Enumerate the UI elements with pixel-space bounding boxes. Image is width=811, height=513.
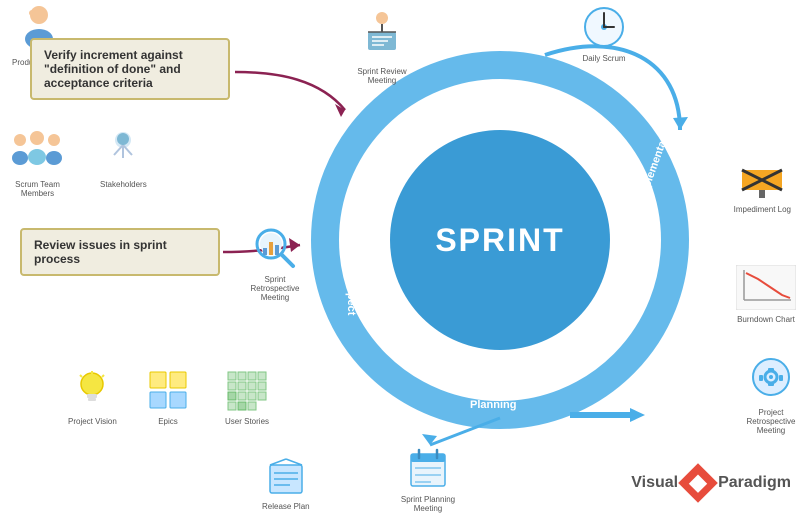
branding: Visual Paradigm xyxy=(631,469,791,497)
impediment-log-svg xyxy=(737,160,787,200)
sprint-label: SPRINT xyxy=(435,222,564,259)
release-plan-label: Release Plan xyxy=(262,502,310,511)
user-stories-svg xyxy=(226,370,268,412)
issues-callout: Review issues in sprint process xyxy=(20,228,220,276)
sprint-circle: SPRINT xyxy=(390,130,610,350)
scrum-team-label: Scrum TeamMembers xyxy=(10,180,65,198)
epics-label: Epics xyxy=(148,417,188,426)
release-plan-icon: Release Plan xyxy=(262,455,310,511)
svg-text:Planning: Planning xyxy=(470,399,516,411)
burndown-chart-label: Burndown Chart xyxy=(736,315,796,324)
daily-scrum-label: Daily Scrum xyxy=(582,54,626,63)
definition-text: Verify increment against "definition of … xyxy=(44,48,183,90)
daily-scrum-icon: Daily Scrum xyxy=(582,5,626,63)
sprint-retrospective-icon: Sprint Retrospective Meeting xyxy=(240,222,310,302)
sprint-planning-svg xyxy=(407,448,449,490)
daily-scrum-svg xyxy=(582,5,626,49)
burndown-chart-icon: Burndown Chart xyxy=(736,265,796,324)
stakeholders-icon: Stakeholders xyxy=(100,130,147,189)
brand-name: Paradigm xyxy=(718,474,791,492)
project-retrospective-label: Project Retrospective Meeting xyxy=(736,408,806,435)
sprint-retrospective-svg xyxy=(251,222,299,270)
project-vision-svg xyxy=(72,370,112,412)
burndown-chart-svg xyxy=(736,265,796,310)
epics-icon: Epics xyxy=(148,370,188,426)
stakeholders-svg xyxy=(104,130,142,175)
diagram-container: Review Retrospect Planning Implementatio… xyxy=(0,0,811,512)
project-vision-label: Project Vision xyxy=(68,417,117,426)
sprint-planning-label: Sprint Planning Meeting xyxy=(398,495,458,513)
definition-callout: Verify increment against "definition of … xyxy=(30,38,230,100)
sprint-review-svg xyxy=(360,10,404,62)
release-plan-svg xyxy=(265,455,307,497)
user-stories-label: User Stories xyxy=(225,417,269,426)
brand-text: Visual xyxy=(631,474,678,492)
sprint-retrospective-label: Sprint Retrospective Meeting xyxy=(240,275,310,302)
project-retrospective-icon: Project Retrospective Meeting xyxy=(736,355,806,435)
stakeholders-label: Stakeholders xyxy=(100,180,147,189)
issues-text: Review issues in sprint process xyxy=(34,238,167,266)
scrum-team-svg xyxy=(10,130,65,175)
sprint-planning-meeting-icon: Sprint Planning Meeting xyxy=(398,448,458,513)
sprint-review-icon: Sprint Review Meeting xyxy=(352,10,412,85)
project-retrospective-svg xyxy=(746,355,796,403)
impediment-log-icon: Impediment Log xyxy=(734,160,791,214)
brand-logo xyxy=(678,463,718,503)
epics-svg xyxy=(148,370,188,412)
impediment-log-label: Impediment Log xyxy=(734,205,791,214)
user-stories-icon: User Stories xyxy=(225,370,269,426)
project-vision-icon: Project Vision xyxy=(68,370,117,426)
sprint-review-label: Sprint Review Meeting xyxy=(352,67,412,85)
svg-text:Retrospect: Retrospect xyxy=(345,258,357,316)
scrum-team-icon: Scrum TeamMembers xyxy=(10,130,65,198)
